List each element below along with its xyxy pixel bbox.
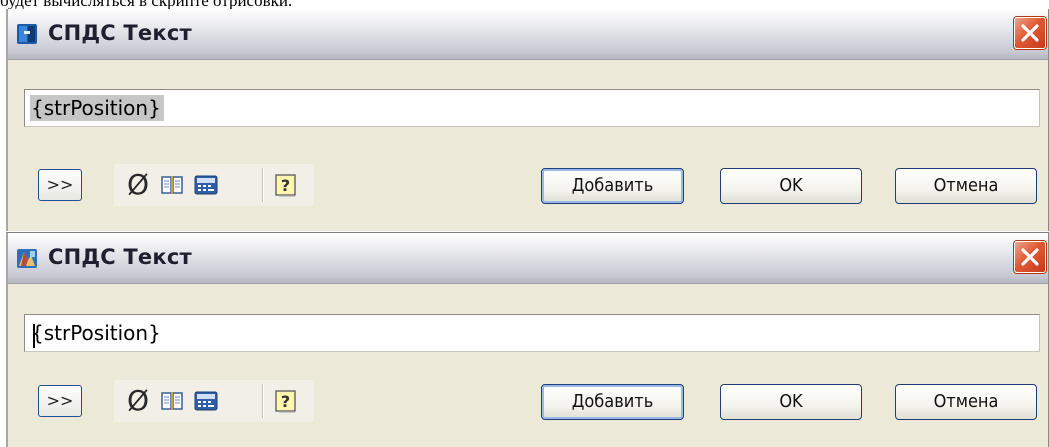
tool-strip: Ø ? [114, 380, 314, 422]
window-title: СПДС Текст [48, 21, 192, 45]
text-input-value: {strPosition} [30, 95, 164, 121]
title-bar[interactable]: СПДС Текст [8, 9, 1048, 60]
cancel-button[interactable]: Отмена [895, 168, 1037, 204]
app-icon [17, 249, 37, 268]
close-icon [1021, 24, 1039, 42]
app-icon [17, 24, 37, 44]
cancel-button[interactable]: Отмена [895, 384, 1037, 420]
spds-text-dialog: СПДС Текст {strPosition} >> Ø ? Добавить… [6, 9, 1049, 231]
close-button[interactable] [1014, 241, 1046, 273]
close-icon [1021, 248, 1039, 266]
diameter-icon[interactable]: Ø [126, 387, 150, 415]
help-glyph: ? [281, 176, 290, 195]
toolbar-separator [262, 168, 264, 202]
text-input[interactable]: {strPosition} [24, 89, 1040, 127]
add-button[interactable]: Добавить [541, 168, 684, 204]
ok-button[interactable]: OK [720, 168, 862, 204]
dialog-controls: >> Ø ? Добавить OK Отмена [8, 375, 1048, 425]
toolbar-separator [262, 384, 264, 418]
help-icon[interactable]: ? [274, 173, 298, 197]
close-button[interactable] [1014, 17, 1046, 49]
background-caption-text: будет вычисляться в скрипте отрисовки. [0, 0, 1049, 9]
dialog-controls: >> Ø ? Добавить OK Отмена [8, 159, 1048, 209]
title-bar[interactable]: СПДС Текст [8, 233, 1048, 284]
calculator-icon[interactable] [194, 389, 218, 413]
text-input[interactable]: {strPosition} [24, 314, 1040, 352]
text-caret [33, 324, 35, 348]
help-icon[interactable]: ? [274, 389, 298, 413]
text-input-value: {strPosition} [31, 321, 161, 345]
diameter-icon[interactable]: Ø [126, 171, 150, 199]
add-button[interactable]: Добавить [541, 384, 684, 420]
book-icon[interactable] [160, 389, 184, 413]
window-title: СПДС Текст [48, 245, 192, 269]
ok-button[interactable]: OK [720, 384, 862, 420]
book-icon[interactable] [160, 173, 184, 197]
tool-strip: Ø ? [114, 164, 314, 206]
expand-button[interactable]: >> [38, 385, 82, 417]
calculator-icon[interactable] [194, 173, 218, 197]
spds-text-dialog: СПДС Текст {strPosition} >> Ø ? Добавить… [6, 232, 1049, 447]
expand-button[interactable]: >> [38, 169, 82, 201]
help-glyph: ? [281, 392, 290, 411]
